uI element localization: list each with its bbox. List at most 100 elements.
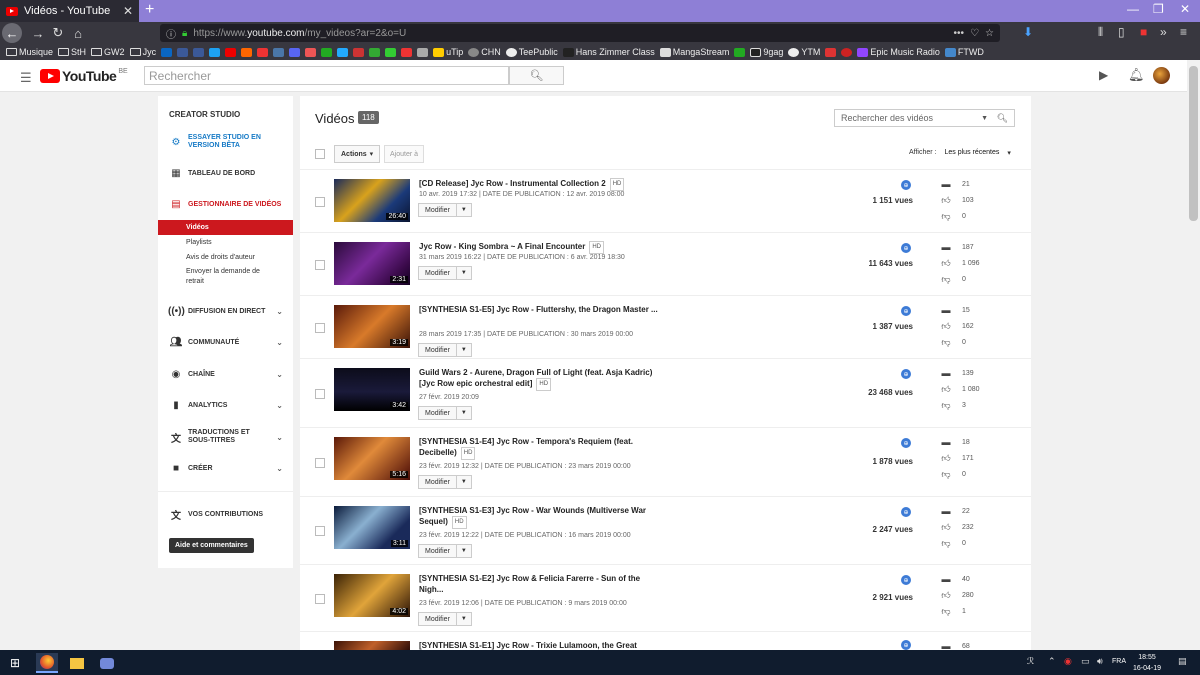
bookmark-hans-zimmer[interactable]: Hans Zimmer Class [562, 47, 655, 57]
file-explorer-icon[interactable] [66, 653, 88, 673]
search-button[interactable]: 🔍︎ [509, 66, 564, 85]
caret-down-icon[interactable]: ▼ [457, 616, 471, 622]
video-checkbox[interactable] [315, 457, 325, 468]
bookmark-icon[interactable] [321, 47, 333, 57]
youtube-icon[interactable] [225, 47, 237, 57]
edit-button[interactable]: Modifier ▼ [418, 612, 472, 626]
video-search-input[interactable]: Rechercher des vidéos ▼ 🔍︎ [834, 109, 1015, 127]
drive-icon[interactable] [369, 47, 381, 57]
bookmark-icon[interactable] [385, 47, 397, 57]
video-thumbnail[interactable]: 3:19 [334, 305, 410, 348]
upload-video-icon[interactable]: ▶︎ [1099, 68, 1108, 82]
pocket-icon[interactable]: ♡ [970, 28, 979, 39]
bookmark-icon[interactable] [417, 47, 429, 57]
sidebar-sub-videos[interactable]: Vidéos [158, 220, 293, 235]
bookmark-icon[interactable] [305, 47, 317, 57]
sidebar-icon[interactable]: ▯ [1118, 25, 1125, 39]
scrollbar-thumb[interactable] [1189, 66, 1198, 221]
caret-down-icon[interactable]: ▼ [457, 207, 471, 213]
lock-icon[interactable]: 🔒︎ [182, 28, 187, 39]
forward-button[interactable]: → [28, 26, 48, 41]
bookmark-icon[interactable] [825, 47, 837, 57]
avatar[interactable] [1153, 67, 1170, 84]
bookmark-icon[interactable] [257, 47, 269, 57]
video-checkbox[interactable] [315, 322, 325, 333]
edit-button[interactable]: Modifier ▼ [418, 203, 472, 217]
youtube-logo[interactable]: YouTube BE [40, 68, 128, 84]
sidebar-sub-takedown[interactable]: Envoyer la demande de retrait [158, 267, 268, 287]
bookmark-icon[interactable] [337, 47, 349, 57]
bookmark-epic-music-radio[interactable]: Epic Music Radio [857, 47, 940, 57]
caret-down-icon[interactable]: ▼ [457, 270, 471, 276]
discord-taskbar-icon[interactable] [96, 653, 118, 673]
sidebar-item-video-manager[interactable]: ▤ GESTIONNAIRE DE VIDÉOS [158, 199, 293, 210]
caret-down-icon[interactable]: ▼ [457, 410, 471, 416]
search-icon[interactable]: 🔍︎ [997, 113, 1008, 124]
video-title[interactable]: [CD Release] Jyc Row - Instrumental Coll… [419, 178, 659, 191]
sidebar-item-dashboard[interactable]: ▦ TABLEAU DE BORD [158, 168, 293, 179]
video-thumbnail[interactable]: 2:31 [334, 242, 410, 285]
bookmark-ftwd[interactable]: FTWD [944, 47, 984, 57]
bookmark-mangastream[interactable]: MangaStream [659, 47, 729, 57]
minimize-icon[interactable]: — [1127, 2, 1139, 16]
bookmark-star-icon[interactable]: ☆ [985, 28, 994, 39]
firefox-taskbar-icon[interactable] [36, 653, 58, 673]
bookmark-icon[interactable] [401, 47, 413, 57]
facebook-icon[interactable] [193, 47, 205, 57]
video-checkbox[interactable] [315, 526, 325, 536]
home-button[interactable]: ⌂ [68, 26, 88, 41]
search-input[interactable]: Rechercher [144, 66, 509, 85]
vk-icon[interactable] [273, 47, 285, 57]
video-title[interactable]: [SYNTHESIA S1-E3] Jyc Row - War Wounds (… [419, 505, 659, 529]
add-to-button[interactable]: Ajouter à [384, 145, 425, 163]
sidebar-sub-copyright[interactable]: Avis de droits d'auteur [158, 254, 293, 261]
sidebar-item-beta[interactable]: ⚙ ESSAYER STUDIO EN VERSION BÊTA [158, 134, 293, 150]
sort-control[interactable]: Afficher : Les plus récentes ▾ [909, 149, 1011, 157]
video-thumbnail[interactable]: 26:40 [334, 179, 410, 222]
info-icon[interactable]: ⓘ [166, 26, 176, 41]
bookmark-chn[interactable]: CHN [468, 47, 501, 57]
bookmark-gw2[interactable]: GW2 [91, 47, 125, 57]
caret-down-icon[interactable]: ▼ [457, 347, 471, 353]
download-icon[interactable]: ⬇ [1023, 25, 1033, 39]
sidebar-item-create[interactable]: ■ CRÉER ⌄ [158, 463, 293, 474]
facebook-icon[interactable] [177, 47, 189, 57]
bookmark-icon[interactable] [353, 47, 365, 57]
notification-center-icon[interactable]: ▤ [1178, 656, 1187, 667]
bookmark-icon[interactable] [841, 47, 853, 57]
video-thumbnail[interactable]: 3:42 [334, 368, 410, 411]
dropdown-arrow-icon[interactable]: ▼ [981, 115, 988, 122]
bookmark-ytm[interactable]: YTM [788, 47, 820, 57]
edit-button[interactable]: Modifier ▼ [418, 475, 472, 489]
tray-app-icon[interactable]: ◉ [1064, 656, 1072, 667]
bookmark-icon[interactable] [734, 47, 746, 57]
sidebar-item-contributions[interactable]: 文 VOS CONTRIBUTIONS [158, 507, 293, 522]
video-checkbox[interactable] [315, 259, 325, 270]
video-title[interactable]: Guild Wars 2 - Aurene, Dragon Full of Li… [419, 367, 659, 391]
select-all-checkbox[interactable] [315, 149, 325, 159]
video-thumbnail[interactable]: 4:02 [334, 574, 410, 617]
bookmark-sth[interactable]: StH [58, 47, 86, 57]
close-tab-icon[interactable]: ✕ [123, 4, 133, 18]
browser-tab[interactable]: Vidéos - YouTube ✕ [0, 0, 139, 22]
sidebar-item-analytics[interactable]: ▮ ANALYTICS ⌄ [158, 400, 293, 411]
network-icon[interactable]: ▭ [1081, 656, 1090, 667]
video-title[interactable]: Jyc Row - King Sombra ~ A Final Encounte… [419, 241, 659, 254]
discord-icon[interactable] [289, 47, 301, 57]
soundcloud-icon[interactable] [241, 47, 253, 57]
overflow-icon[interactable]: » [1160, 25, 1167, 39]
bookmark-9gag[interactable]: 9gag [750, 47, 783, 57]
back-button[interactable]: ← [2, 23, 22, 43]
bookmark-jyc[interactable]: Jyc [129, 47, 156, 57]
library-icon[interactable]: ⫴ [1098, 25, 1103, 40]
new-tab-button[interactable]: + [145, 1, 154, 19]
edit-button[interactable]: Modifier ▼ [418, 266, 472, 280]
video-thumbnail[interactable]: 5:16 [334, 437, 410, 480]
bookmark-musique[interactable]: Musique [6, 47, 53, 57]
reload-button[interactable]: ↻ [48, 25, 68, 41]
people-icon[interactable]: ℛ [1027, 656, 1034, 667]
video-checkbox[interactable] [315, 196, 325, 207]
video-checkbox[interactable] [315, 388, 325, 399]
restore-icon[interactable]: ❐ [1153, 2, 1164, 16]
hamburger-menu-icon[interactable]: ☰ [20, 70, 32, 86]
